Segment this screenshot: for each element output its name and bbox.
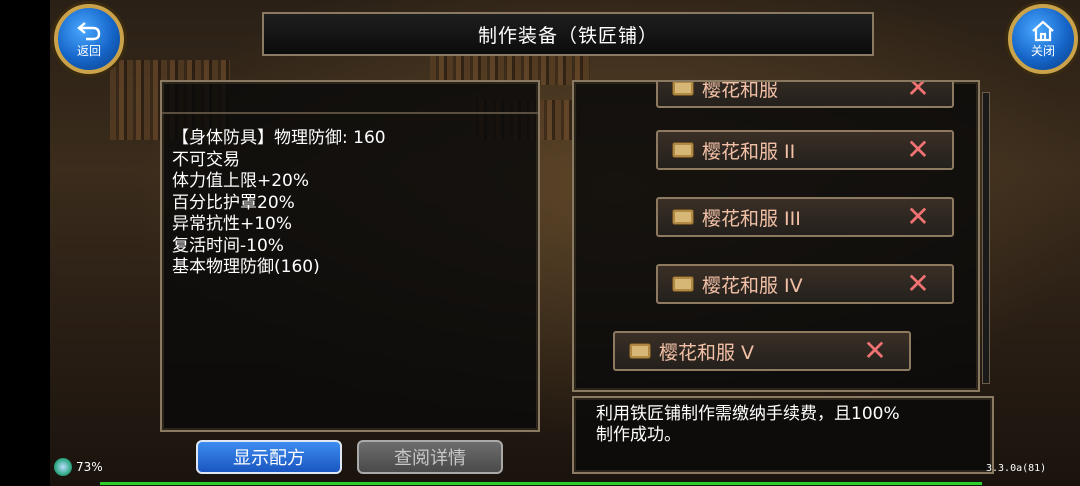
scroll-icon xyxy=(672,276,694,292)
battery-icon xyxy=(54,458,72,476)
item-info-panel: 【身体防具】物理防御: 160 不可交易 体力值上限+20% 百分比护罩20% … xyxy=(160,80,540,432)
view-details-button[interactable]: 查阅详情 xyxy=(357,440,503,474)
stat-line: 体力值上限+20% xyxy=(172,171,310,191)
window-title: 制作装备（铁匠铺） xyxy=(262,12,874,56)
stat-line: 基本物理防御(160) xyxy=(172,257,320,277)
scroll-icon xyxy=(672,142,694,158)
stat-line: 百分比护罩20% xyxy=(172,192,295,213)
recipe-name: 樱花和服 V xyxy=(659,341,755,364)
stat-line: 【身体防具】物理防御: 160 xyxy=(172,128,386,148)
version-label: 3.3.0a(81) xyxy=(986,463,1047,474)
close-button[interactable]: 关闭 xyxy=(1008,4,1078,74)
stat-line: 异常抗性+10% xyxy=(172,214,293,234)
scroll-icon xyxy=(672,209,694,225)
back-button[interactable]: 返回 xyxy=(54,4,124,74)
list-scrollbar[interactable] xyxy=(982,92,990,384)
recipe-item[interactable]: 樱花和服 III ✕ xyxy=(656,197,954,237)
remove-icon[interactable]: ✕ xyxy=(855,337,895,365)
recipe-item-selected[interactable]: 樱花和服 V ✕ xyxy=(613,331,911,371)
info-header-strip xyxy=(162,82,538,114)
battery-percent: 73% xyxy=(76,460,103,474)
back-label: 返回 xyxy=(76,43,101,58)
recipe-item[interactable]: 樱花和服 IV ✕ xyxy=(656,264,954,304)
close-label: 关闭 xyxy=(1030,43,1055,58)
show-recipe-button[interactable]: 显示配方 xyxy=(196,440,342,474)
stat-line: 复活时间-10% xyxy=(172,235,284,256)
remove-icon[interactable]: ✕ xyxy=(898,136,938,164)
recipe-list-panel[interactable]: 樱花和服 ✕ 樱花和服 II ✕ 樱花和服 III ✕ 樱花和服 IV ✕ 樱花… xyxy=(572,80,980,392)
item-stats: 【身体防具】物理防御: 160 不可交易 体力值上限+20% 百分比护罩20% … xyxy=(172,128,386,279)
recipe-name: 樱花和服 xyxy=(702,80,779,101)
remove-icon[interactable]: ✕ xyxy=(898,270,938,298)
remove-icon[interactable]: ✕ xyxy=(898,82,938,102)
desc-line: 利用铁匠铺制作需缴纳手续费，且100% xyxy=(596,404,900,424)
title-text: 制作装备（铁匠铺） xyxy=(477,24,658,47)
fee-description: 利用铁匠铺制作需缴纳手续费，且100% 制作成功。 xyxy=(596,404,900,446)
recipe-name: 樱花和服 IV xyxy=(702,274,803,297)
home-icon xyxy=(1032,20,1054,41)
recipe-name: 樱花和服 III xyxy=(702,207,801,230)
stat-line: 不可交易 xyxy=(172,149,240,170)
progress-line xyxy=(100,482,982,485)
recipe-item[interactable]: 樱花和服 II ✕ xyxy=(656,130,954,170)
back-arrow-icon xyxy=(77,21,101,40)
remove-icon[interactable]: ✕ xyxy=(898,203,938,231)
desc-line: 制作成功。 xyxy=(596,425,681,445)
scroll-icon xyxy=(629,343,651,359)
recipe-name: 樱花和服 II xyxy=(702,140,796,163)
recipe-item[interactable]: 樱花和服 ✕ xyxy=(656,80,954,108)
scroll-icon xyxy=(672,82,694,96)
description-panel: 利用铁匠铺制作需缴纳手续费，且100% 制作成功。 xyxy=(572,396,994,474)
battery-indicator: 73% xyxy=(54,458,103,476)
